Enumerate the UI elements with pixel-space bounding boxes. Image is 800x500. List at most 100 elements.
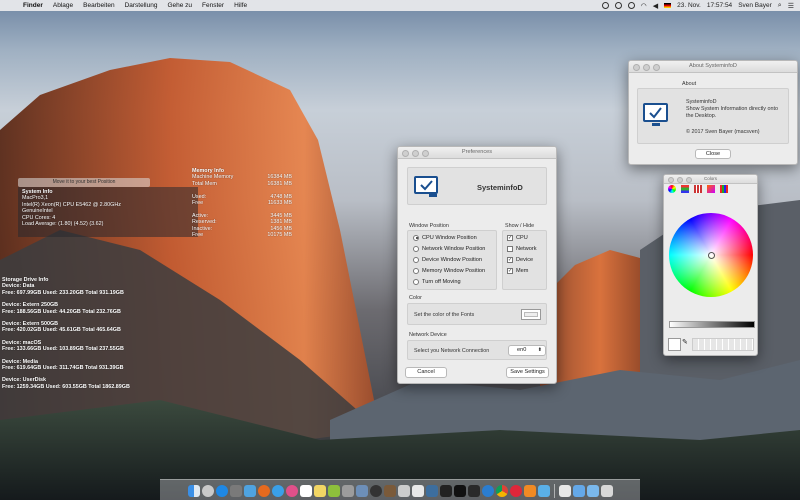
minimize-window-icon[interactable] bbox=[412, 150, 419, 157]
zoom-window-icon[interactable] bbox=[653, 64, 660, 71]
keychain-icon[interactable] bbox=[341, 484, 354, 497]
wifi-icon[interactable]: ◠ bbox=[641, 2, 647, 10]
crayons-tab-icon[interactable] bbox=[720, 185, 728, 193]
menubar-user[interactable]: Sven Bayer bbox=[738, 2, 772, 9]
checkbox-device[interactable]: ✓ Device bbox=[507, 254, 542, 265]
status-icon[interactable] bbox=[601, 2, 609, 9]
minimize-window-icon[interactable] bbox=[677, 177, 683, 183]
radio-dot[interactable] bbox=[413, 278, 419, 285]
photos-icon[interactable] bbox=[327, 484, 340, 497]
radio-dot[interactable] bbox=[413, 234, 419, 241]
status-icon[interactable] bbox=[614, 2, 622, 9]
checkbox[interactable] bbox=[507, 245, 513, 252]
textedit-icon[interactable] bbox=[411, 484, 424, 497]
console-icon[interactable] bbox=[439, 484, 452, 497]
notes-icon[interactable] bbox=[313, 484, 326, 497]
radio-device-position[interactable]: Device Window Position bbox=[413, 254, 491, 265]
menu-gehe-zu[interactable]: Gehe zu bbox=[162, 2, 197, 9]
app-store-icon[interactable] bbox=[215, 484, 228, 497]
radio-cpu-position[interactable]: CPU Window Position bbox=[413, 232, 491, 243]
menu-bearbeiten[interactable]: Bearbeiten bbox=[78, 2, 119, 9]
about-window: About SysteminfoD About SysteminfoD Show… bbox=[628, 60, 798, 165]
search-icon[interactable]: ⌕ bbox=[778, 2, 782, 10]
folder-icon[interactable] bbox=[586, 484, 599, 497]
checkbox[interactable]: ✓ bbox=[507, 234, 513, 241]
font-color-well[interactable] bbox=[521, 309, 541, 320]
colors-titlebar[interactable]: Colors bbox=[664, 175, 757, 184]
radio-dot[interactable] bbox=[413, 256, 419, 263]
chrome-icon[interactable] bbox=[495, 484, 508, 497]
menu-ablage[interactable]: Ablage bbox=[48, 2, 78, 9]
menu-app-finder[interactable]: Finder bbox=[18, 2, 48, 9]
eyedropper-icon[interactable]: ✎ bbox=[682, 338, 688, 346]
vlc-icon[interactable] bbox=[523, 484, 536, 497]
current-color-swatch[interactable] bbox=[668, 338, 681, 351]
brightness-slider[interactable] bbox=[669, 321, 755, 328]
preview-icon[interactable] bbox=[355, 484, 368, 497]
quicktime-icon[interactable] bbox=[481, 484, 494, 497]
cancel-button[interactable]: Cancel bbox=[405, 367, 447, 378]
position-button[interactable]: Move it to your best Position bbox=[18, 178, 150, 187]
status-icon[interactable] bbox=[627, 2, 635, 9]
trash-icon[interactable] bbox=[600, 484, 613, 497]
activity-monitor-icon[interactable] bbox=[467, 484, 480, 497]
menu-darstellung[interactable]: Darstellung bbox=[120, 2, 163, 9]
checkbox-mem[interactable]: ✓ Mem bbox=[507, 265, 542, 276]
checkbox-cpu[interactable]: ✓ CPU bbox=[507, 232, 542, 243]
downloads-folder-icon[interactable] bbox=[572, 484, 585, 497]
color-sliders-tab-icon[interactable] bbox=[681, 185, 689, 193]
network-utility-icon[interactable] bbox=[425, 484, 438, 497]
close-window-icon[interactable] bbox=[633, 64, 640, 71]
mail-icon[interactable] bbox=[243, 484, 256, 497]
color-swatches[interactable] bbox=[692, 338, 754, 351]
menu-fenster[interactable]: Fenster bbox=[197, 2, 229, 9]
menubar-time[interactable]: 17:57:54 bbox=[707, 2, 732, 9]
save-settings-button[interactable]: Save Settings bbox=[506, 367, 549, 378]
color-wheel-cursor[interactable] bbox=[708, 252, 715, 259]
minimize-window-icon[interactable] bbox=[643, 64, 650, 71]
app-icon[interactable] bbox=[537, 484, 550, 497]
script-editor-icon[interactable] bbox=[397, 484, 410, 497]
safari-icon[interactable] bbox=[271, 484, 284, 497]
menu-list-icon[interactable]: ☰ bbox=[788, 2, 794, 10]
zoom-window-icon[interactable] bbox=[686, 177, 692, 183]
close-button[interactable]: Close bbox=[695, 149, 731, 159]
opera-icon[interactable] bbox=[509, 484, 522, 497]
radio-memory-position[interactable]: Memory Window Position bbox=[413, 265, 491, 276]
documents-icon[interactable] bbox=[558, 484, 571, 497]
preferences-titlebar[interactable]: Preferences bbox=[398, 147, 556, 159]
firefox-icon[interactable] bbox=[257, 484, 270, 497]
image-palettes-tab-icon[interactable] bbox=[707, 185, 715, 193]
menu-bar: Finder Ablage Bearbeiten Darstellung Geh… bbox=[0, 0, 800, 11]
checkbox[interactable]: ✓ bbox=[507, 267, 513, 274]
checkbox-network[interactable]: Network bbox=[507, 243, 542, 254]
launchpad-icon[interactable] bbox=[201, 484, 214, 497]
radio-turn-off-moving[interactable]: Turn off Moving bbox=[413, 276, 491, 287]
menubar-date[interactable]: 23. Nov. bbox=[677, 2, 701, 9]
color-palettes-tab-icon[interactable] bbox=[694, 185, 702, 193]
flag-icon[interactable] bbox=[664, 3, 672, 8]
system-preferences-icon[interactable] bbox=[229, 484, 242, 497]
close-window-icon[interactable] bbox=[402, 150, 409, 157]
finder-icon[interactable] bbox=[187, 484, 200, 497]
close-window-icon[interactable] bbox=[668, 177, 674, 183]
about-title: About SysteminfoD bbox=[689, 63, 737, 69]
calendar-icon[interactable] bbox=[299, 484, 312, 497]
storage-device-info: Free: 697.99GB Used: 233.20GB Total 931.… bbox=[2, 289, 124, 296]
itunes-icon[interactable] bbox=[285, 484, 298, 497]
about-titlebar[interactable]: About SysteminfoD bbox=[629, 61, 797, 73]
menu-hilfe[interactable]: Hilfe bbox=[229, 2, 252, 9]
radio-dot[interactable] bbox=[413, 245, 419, 252]
preferences-title: Preferences bbox=[461, 149, 493, 155]
color-wheel[interactable] bbox=[669, 213, 753, 297]
radio-dot[interactable] bbox=[413, 267, 419, 274]
volume-icon[interactable]: ◀ bbox=[653, 2, 658, 10]
checkbox[interactable]: ✓ bbox=[507, 256, 513, 263]
terminal-icon[interactable] bbox=[453, 484, 466, 497]
dvd-player-icon[interactable] bbox=[369, 484, 382, 497]
color-wheel-tab-icon[interactable] bbox=[668, 185, 676, 193]
zoom-window-icon[interactable] bbox=[422, 150, 429, 157]
radio-network-position[interactable]: Network Window Position bbox=[413, 243, 491, 254]
network-select[interactable]: en0 ⬍ bbox=[508, 345, 546, 356]
garageband-icon[interactable] bbox=[383, 484, 396, 497]
